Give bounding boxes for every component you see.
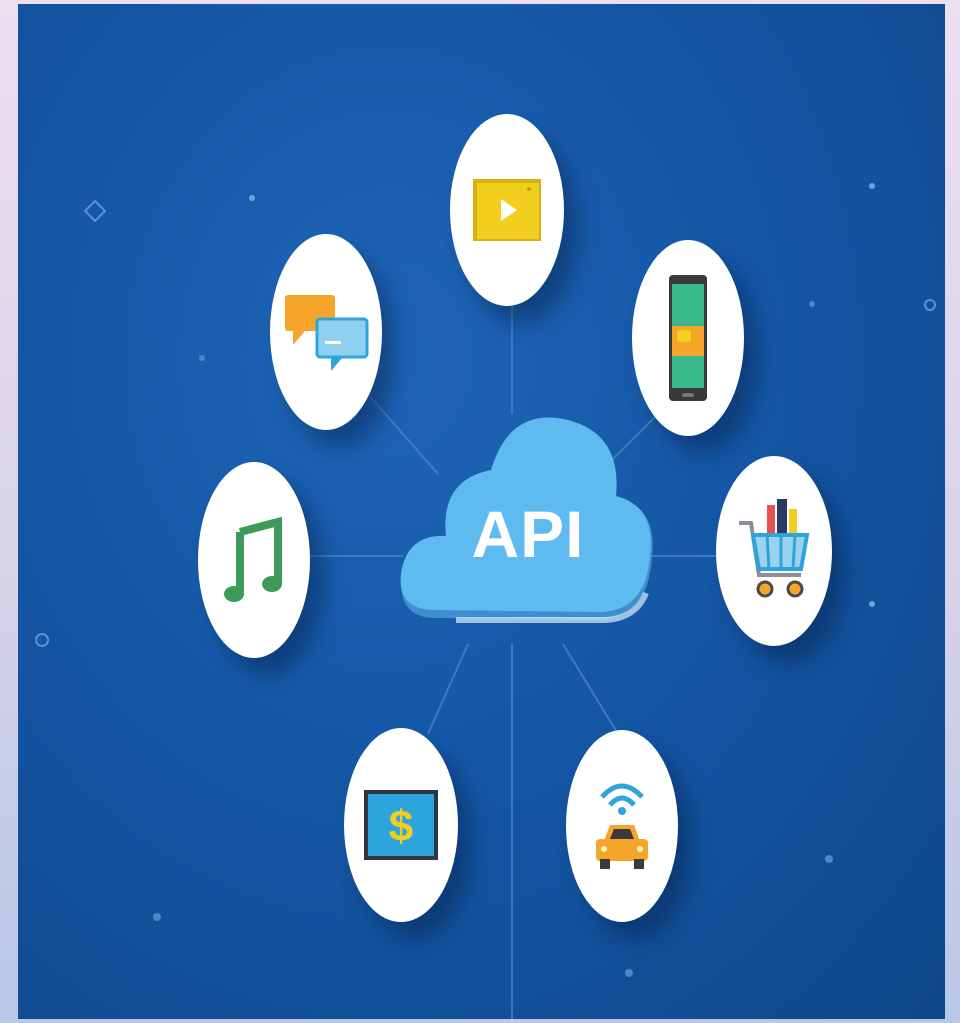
mobile-phone-icon — [669, 275, 707, 401]
music-note-icon — [224, 516, 282, 602]
dot-icon — [869, 183, 875, 189]
line-to-car — [562, 643, 619, 735]
dot-icon — [869, 601, 875, 607]
dot-icon — [625, 969, 633, 977]
node-shopping[interactable] — [716, 456, 832, 646]
node-music[interactable] — [198, 462, 310, 658]
node-mobile[interactable] — [632, 240, 744, 436]
node-iot-car[interactable] — [566, 730, 678, 922]
dot-icon — [249, 195, 255, 201]
dot-icon — [199, 355, 205, 361]
diagram-panel: API $ — [18, 4, 945, 1019]
node-video[interactable] — [450, 114, 564, 306]
dot-icon — [809, 301, 815, 307]
ring-icon — [924, 299, 936, 311]
dollar-screen-icon: $ — [364, 790, 438, 860]
ring-icon — [35, 633, 49, 647]
svg-text:$: $ — [389, 802, 413, 851]
dot-icon — [153, 913, 161, 921]
node-payment[interactable]: $ — [344, 728, 458, 922]
video-player-icon — [473, 179, 541, 241]
shopping-cart-icon — [739, 499, 810, 598]
chat-bubbles-icon — [285, 295, 369, 371]
line-to-payment — [427, 643, 469, 735]
connected-car-icon — [596, 783, 648, 869]
node-messaging[interactable] — [270, 234, 382, 430]
sparkle-icon — [84, 200, 106, 222]
dot-icon — [825, 855, 833, 863]
api-label: API — [471, 497, 585, 571]
